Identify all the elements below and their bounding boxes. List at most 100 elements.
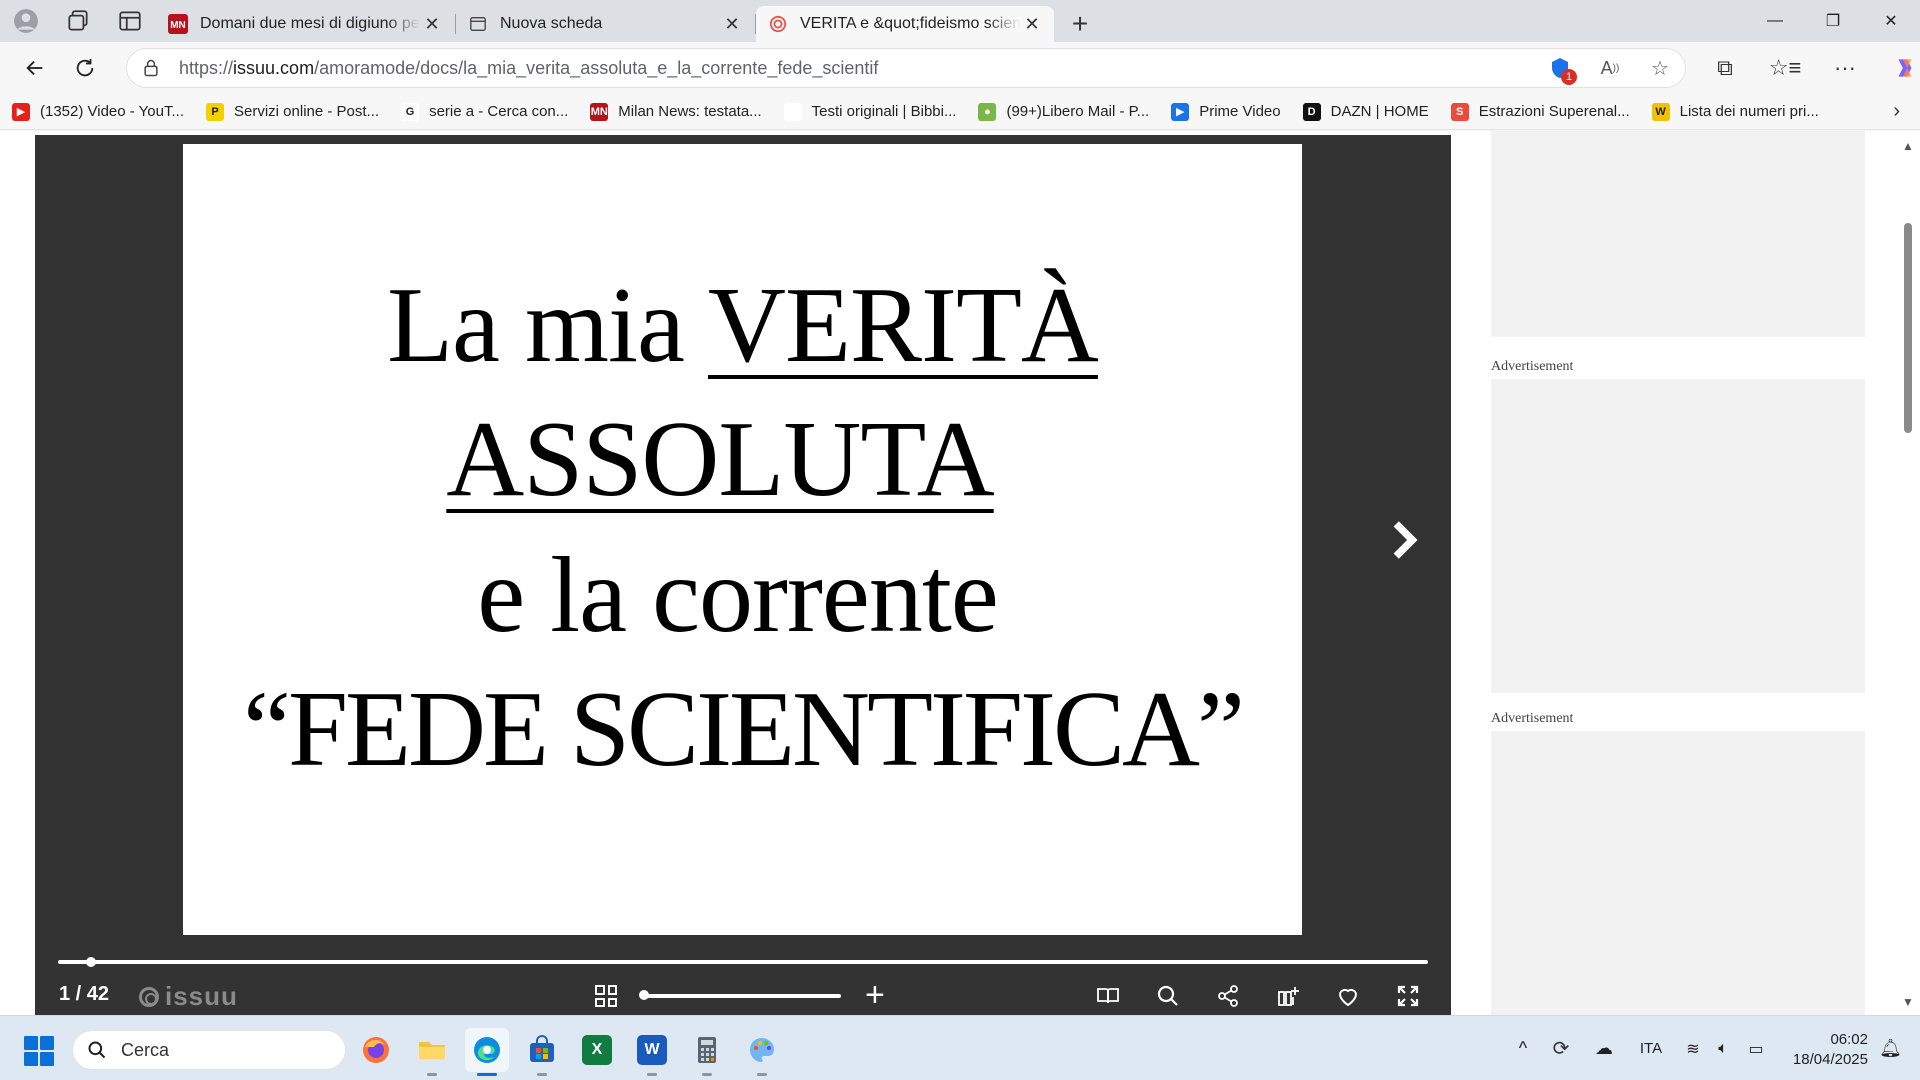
bookmarks-overflow-chevron-icon[interactable]: › [1893,100,1900,123]
issuu-icon [768,14,788,34]
bookmark-item[interactable]: P Servizi online - Post... [206,102,379,121]
grid-view-icon[interactable] [595,985,617,1007]
document-line-2: ASSOLUTA [183,406,1302,514]
bookmark-item[interactable]: ▶ (1352) Video - YouT... [12,102,184,121]
close-icon: ✕ [1884,13,1898,30]
tab-strip: MN Domani due mesi di digiuno per C ✕ Nu… [0,0,1920,42]
browser-essentials-button[interactable]: 1 [1545,53,1577,85]
firefox-app[interactable] [354,1028,398,1072]
tab-milan-news[interactable]: MN Domani due mesi di digiuno per C ✕ [156,6,456,42]
show-hidden-icons-chevron-up-icon[interactable]: ^ [1508,1038,1538,1059]
close-window-button[interactable]: ✕ [1862,0,1920,42]
copilot-icon [1898,59,1912,77]
read-aloud-button[interactable]: A)) [1595,53,1625,83]
tab-issuu-document[interactable]: VERITA e &quot;fideismo scientifi ✕ [756,6,1054,42]
search-placeholder: Cerca [121,1039,170,1060]
next-page-button[interactable] [1385,510,1425,570]
bookmark-label: (99+)Libero Mail - P... [1006,103,1150,120]
restore-icon: ❐ [1825,13,1841,30]
scrollbar-thumb[interactable] [1904,223,1912,433]
extensions-button[interactable]: ⧉ [1700,48,1750,88]
scroll-up-icon[interactable]: ▲ [1902,139,1914,153]
word-app[interactable]: W [630,1028,674,1076]
poste-icon: P [206,102,224,121]
minimize-button[interactable]: — [1746,0,1804,42]
vertical-tabs-button[interactable] [104,0,156,42]
line2-underlined: ASSOLUTA [446,400,994,519]
url-path: /amoramode/docs/la_mia_verita_assoluta_e… [314,57,879,78]
wifi-icon[interactable]: ≋ [1678,1039,1708,1059]
reading-mode-icon[interactable] [1093,981,1123,1011]
zoom-slider[interactable] [639,990,841,1000]
tab-new-tab[interactable]: Nuova scheda ✕ [456,6,756,42]
profile-button[interactable] [0,0,52,42]
bookmark-item[interactable]: Gserie a - Cerca con... [401,102,568,121]
issuu-logo[interactable]: issuu [139,981,238,1012]
page-indicator: 1 / 42 [59,983,110,1005]
copilot-button[interactable] [1880,48,1920,88]
bookmark-label: Estrazioni Superenal... [1478,103,1630,120]
taskbar-clock[interactable]: 06:02 18/04/2025 [1793,1030,1868,1070]
close-tab-icon[interactable]: ✕ [1020,12,1044,36]
lock-icon[interactable] [141,58,161,78]
bookmark-item[interactable]: MN Milan News: testata... [590,102,762,121]
line1-plain: La mia [387,266,708,385]
notifications-bell-icon[interactable]: 🔔︎ [1879,1038,1902,1059]
workspaces-button[interactable] [52,0,104,42]
onedrive-cloud-icon[interactable]: ☁ [1584,1038,1624,1059]
bookmark-item[interactable]: Testi originali | Bibbi... [783,102,956,121]
input-language[interactable]: ITA [1624,1040,1678,1057]
close-tab-icon[interactable]: ✕ [420,12,444,36]
excel-app[interactable]: X [575,1028,619,1072]
favorites-button[interactable]: ☆≡ [1760,48,1810,88]
share-icon[interactable] [1213,981,1243,1011]
windows-start-icon[interactable] [24,1036,54,1066]
scroll-down-icon[interactable]: ▼ [1902,995,1914,1009]
bookmark-item[interactable]: W Lista dei numeri pri... [1651,102,1819,121]
restore-button[interactable]: ❐ [1804,0,1862,42]
search-icon[interactable] [1153,981,1183,1011]
like-heart-icon[interactable] [1333,981,1363,1011]
list-icon: W [1651,102,1670,121]
bookmarks-bar: ▶ (1352) Video - YouT... P Servizi online -… [0,94,1920,130]
page-scrollbar[interactable]: ▲ ▼ [1896,131,1920,1015]
calculator-app[interactable] [685,1028,729,1076]
store-app[interactable] [520,1028,564,1076]
bookmark-item[interactable]: ▶ Prime Video [1171,102,1281,121]
edge-app[interactable] [465,1028,509,1076]
document-page[interactable]: La mia VERITÀ ASSOLUTA e la corrente “FE… [183,144,1302,935]
web-page: La mia VERITÀ ASSOLUTA e la corrente “FE… [0,131,1920,1015]
paint-app[interactable] [740,1028,784,1076]
progress-handle[interactable] [85,957,96,967]
bookmark-item[interactable]: S Estrazioni Superenal... [1450,102,1630,121]
bookmark-item[interactable]: D DAZN | HOME [1302,102,1429,121]
back-button[interactable] [10,48,60,88]
read-aloud-icon: A)) [1600,57,1620,78]
calculator-icon [698,1037,716,1063]
taskbar-search[interactable]: Cerca [72,1030,346,1070]
zoom-in-icon[interactable]: + [865,975,885,1015]
favorite-button[interactable]: ☆ [1645,53,1675,83]
close-tab-icon[interactable]: ✕ [720,12,744,36]
fullscreen-icon[interactable] [1393,981,1423,1011]
refresh-button[interactable] [60,48,110,88]
bookmark-item[interactable]: ● (99+)Libero Mail - P... [978,102,1150,121]
add-to-stack-icon[interactable] [1273,981,1303,1011]
url-text[interactable]: https://issuu.com/amoramode/docs/la_mia_… [179,58,878,79]
zoom-handle[interactable] [639,990,649,1000]
address-bar[interactable]: https://issuu.com/amoramode/docs/la_mia_… [126,48,1686,88]
issuu-reader: La mia VERITÀ ASSOLUTA e la corrente “FE… [35,135,1451,1015]
battery-icon[interactable]: ▭ [1738,1039,1774,1059]
new-tab-button[interactable]: + [1056,6,1104,42]
sync-icon[interactable]: ⟳ [1538,1036,1584,1061]
file-explorer-app[interactable] [410,1028,454,1076]
ad-label: Advertisement [1491,711,1574,726]
ad-slot[interactable] [1491,131,1865,337]
page-progress-bar[interactable] [58,957,1428,967]
ad-slot[interactable] [1491,379,1865,693]
reader-controls: 1 / 42 issuu + [35,975,1451,1015]
volume-icon[interactable]: 🔈︎ [1708,1040,1738,1058]
ad-slot[interactable] [1491,731,1865,1015]
ad-label: Advertisement [1491,359,1574,374]
settings-more-button[interactable]: ··· [1820,48,1870,88]
